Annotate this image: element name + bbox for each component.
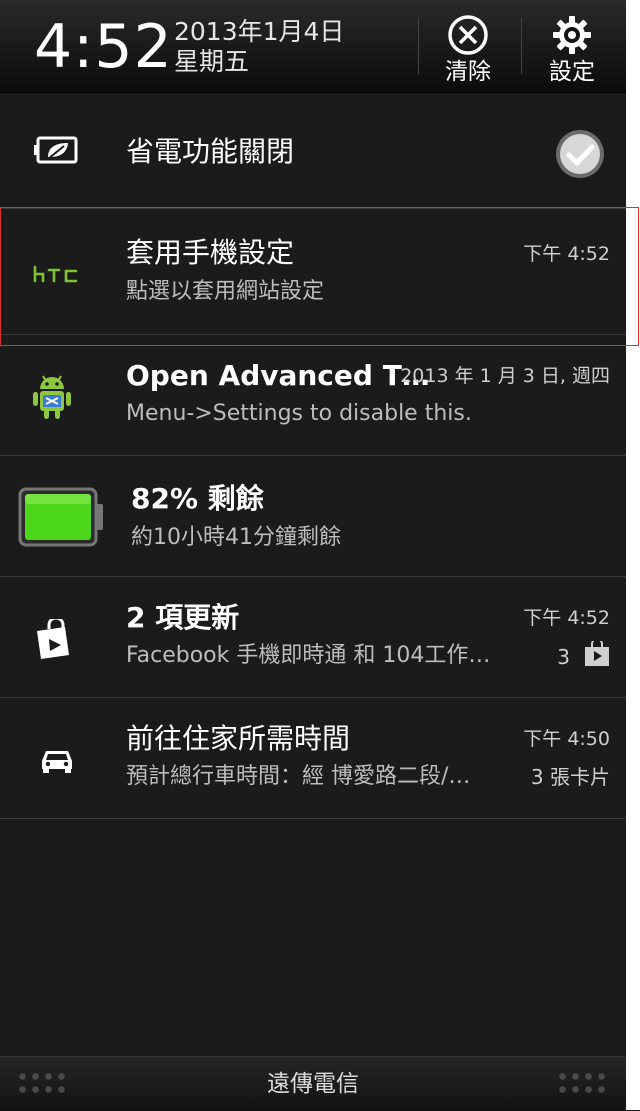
play-icon xyxy=(585,641,609,666)
power-saver-row[interactable]: 省電功能關閉 xyxy=(0,93,626,209)
card-count: 3 張卡片 xyxy=(530,765,610,789)
status-header: 4:52 2013年1月4日 星期五 清除 設定 xyxy=(0,0,626,93)
settings-button[interactable]: 設定 xyxy=(532,10,612,88)
notification-updates[interactable]: 2 項更新 Facebook 手機即時通 和 104工作… 下午 4:52 3 xyxy=(0,577,626,698)
update-count: 3 xyxy=(557,645,570,669)
battery-icon xyxy=(18,487,103,547)
gear-icon xyxy=(553,16,591,54)
battery-saver-icon xyxy=(34,136,78,164)
notification-time: 下午 4:50 xyxy=(523,728,610,750)
date: 2013年1月4日 xyxy=(174,17,345,46)
screen-edge xyxy=(626,0,640,1110)
notification-title: 前往住家所需時間 xyxy=(126,722,351,755)
notification-title: 2 項更新 xyxy=(126,601,240,634)
notification-subtitle: 預計總行車時間：經 博愛路二段/… xyxy=(126,764,471,789)
clear-button[interactable]: 清除 xyxy=(428,10,508,88)
notification-subtitle: Menu->Settings to disable this. xyxy=(126,401,472,426)
battery-title: 82% 剩餘 xyxy=(131,482,264,515)
settings-label: 設定 xyxy=(549,59,595,85)
notification-commute[interactable]: 前往住家所需時間 預計總行車時間：經 博愛路二段/… 下午 4:50 3 張卡片 xyxy=(0,698,626,819)
clock: 4:52 xyxy=(34,12,173,82)
footer-bar: 遠傳電信 xyxy=(0,1056,626,1111)
notification-battery[interactable]: 82% 剩餘 約10小時41分鐘剩餘 xyxy=(0,456,626,577)
notification-time: 2013 年 1 月 3 日, 週四 xyxy=(400,365,610,387)
battery-subtitle: 約10小時41分鐘剩餘 xyxy=(131,525,341,550)
clear-icon xyxy=(448,15,488,55)
divider xyxy=(418,18,419,74)
clear-label: 清除 xyxy=(445,59,491,85)
notification-subtitle: Facebook 手機即時通 和 104工作… xyxy=(126,643,491,668)
toggle-check-icon[interactable] xyxy=(554,128,606,180)
selection-highlight xyxy=(0,207,639,346)
car-icon xyxy=(42,751,72,773)
divider xyxy=(521,18,522,74)
notification-time: 下午 4:52 xyxy=(523,607,610,629)
weekday: 星期五 xyxy=(174,47,250,76)
drag-handle-right[interactable] xyxy=(556,1070,608,1098)
android-icon xyxy=(33,375,71,419)
power-saver-label: 省電功能關閉 xyxy=(126,135,295,168)
notification-android[interactable]: Open Advanced T… Menu->Settings to disab… xyxy=(0,335,626,456)
carrier-name: 遠傳電信 xyxy=(267,1071,359,1097)
store-bag-icon xyxy=(37,619,69,659)
notification-title: Open Advanced T… xyxy=(126,359,430,392)
